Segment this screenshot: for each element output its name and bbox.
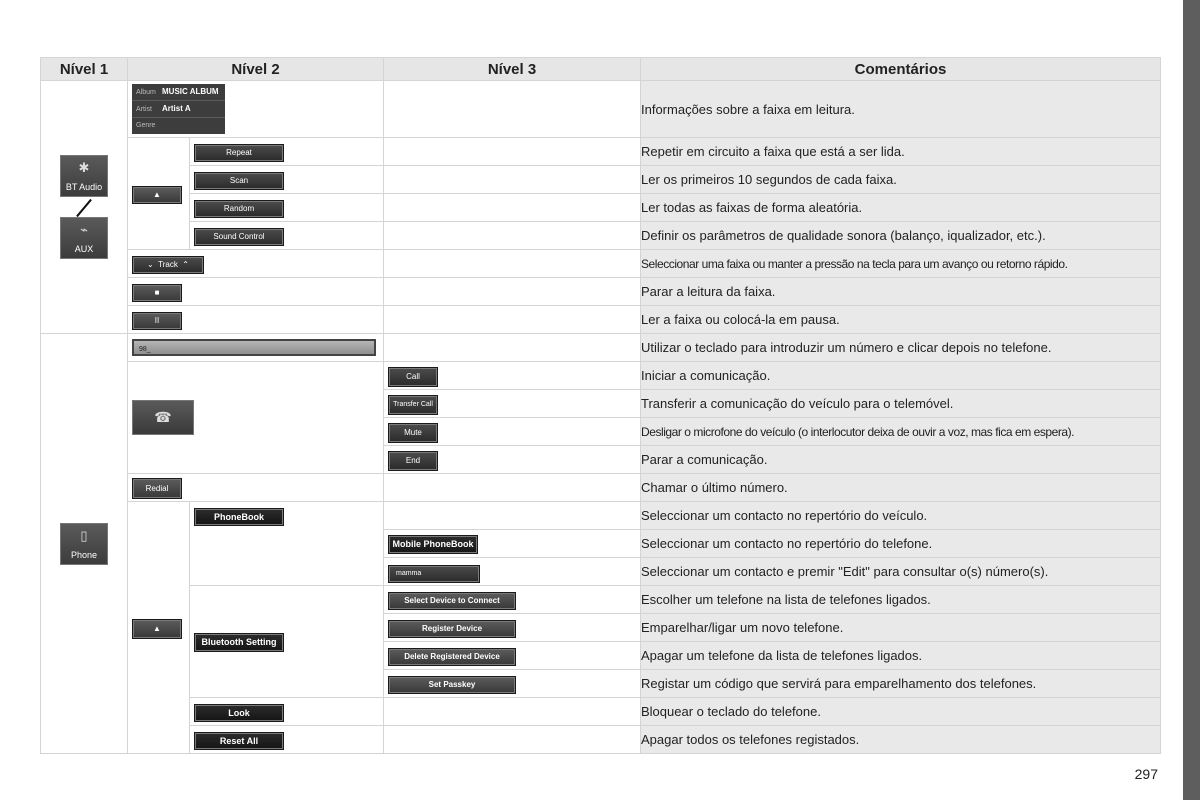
phone-handset-icon: ☎ [154,409,172,425]
header-level-1: Nível 1 [40,57,128,81]
comment: Utilizar o teclado para introduzir um nú… [640,333,1161,362]
random-button[interactable]: Random [195,201,283,217]
table-row: ✱ BT Audio ⌁ AUX Album MUSIC ALBUM Artist… [40,80,1161,334]
pause-icon: II [154,316,160,325]
header-comments: Comentários [640,57,1161,81]
contact-item[interactable]: mamma [389,565,479,582]
comment: Transferir a comunicação do veículo para… [640,389,1161,418]
table-row: Reset All Apagar todos os telefones regi… [41,725,1161,754]
table-row: ▯ Phone 98_ Utilizar o teclado para intr… [40,333,1161,754]
album-value: MUSIC ALBUM [162,87,219,96]
pause-button[interactable]: II [133,313,181,329]
sound-control-button[interactable]: Sound Control [195,229,283,245]
menu-table: Nível 1 Nível 2 Nível 3 Comentários ✱ BT… [40,57,1161,754]
set-passkey-button[interactable]: Set Passkey [389,677,515,693]
header-level-2: Nível 2 [127,57,384,81]
call-button[interactable]: Call [389,367,437,386]
phone-menu-up-button[interactable]: ▲ [133,619,181,638]
track-control[interactable]: ⌄ Track ⌃ [133,257,203,273]
chapter-side-tab [1183,0,1200,800]
scan-button[interactable]: Scan [195,173,283,189]
table-row: Random Ler todas as faixas de forma alea… [41,193,1161,222]
reset-all-button[interactable]: Reset All [195,732,283,749]
artist-value: Artist A [162,104,191,113]
stop-icon: ■ [154,288,160,297]
comment: Apagar um telefone da lista de telefones… [640,641,1161,670]
track-info-panel: Album MUSIC ALBUM Artist Artist A Genre [132,84,225,134]
call-handset-button[interactable]: ☎ [132,400,194,435]
comment: Ler todas as faixas de forma aleatória. [640,193,1161,222]
table-row: II Ler a faixa ou colocá-la em pausa. [41,305,1161,334]
repeat-button[interactable]: Repeat [195,145,283,161]
comment: Iniciar a comunicação. [640,361,1161,390]
comment: Repetir em circuito a faixa que está a s… [640,137,1161,166]
select-device-button[interactable]: Select Device to Connect [389,593,515,609]
comment: Ler a faixa ou colocá-la em pausa. [640,305,1161,334]
mute-button[interactable]: Mute [389,423,437,442]
end-call-button[interactable]: End [389,451,437,470]
phone-source-button[interactable]: ▯ Phone [60,522,108,565]
audio-menu-up-button[interactable]: ▲ [133,187,181,203]
redial-button[interactable]: Redial [133,478,181,498]
table-row: Redial Chamar o último número. [41,473,1161,502]
comment: Seleccionar um contacto e premir "Edit" … [640,557,1161,586]
comment: Parar a comunicação. [640,445,1161,474]
header-level-3: Nível 3 [383,57,641,81]
phonebook-button[interactable]: PhoneBook [195,509,283,525]
level1-audio-cell: ✱ BT Audio ⌁ AUX [40,80,128,334]
separator-slash [41,197,127,218]
bluetooth-setting-button[interactable]: Bluetooth Setting [195,634,283,651]
comment: Bloquear o teclado do telefone. [640,697,1161,726]
aux-source-button[interactable]: ⌁ AUX [60,217,108,259]
comment: Seleccionar uma faixa ou manter a pressã… [640,249,1161,278]
table-row: ⌄ Track ⌃ Seleccionar uma faixa ou mante… [41,249,1161,278]
table-row: ▲ Repeat Repetir em circuito a faixa que… [41,137,1161,250]
mobile-phonebook-button[interactable]: Mobile PhoneBook [389,536,477,553]
comment: Seleccionar um contacto no repertório do… [640,501,1161,530]
comment: Informações sobre a faixa em leitura. [640,80,1161,138]
page-number: 297 [1134,766,1158,782]
bt-audio-source-button[interactable]: ✱ BT Audio [60,155,108,197]
register-device-button[interactable]: Register Device [389,621,515,637]
comment: Ler os primeiros 10 segundos de cada fai… [640,165,1161,194]
level1-phone-cell: ▯ Phone [40,333,128,754]
chevron-down-icon[interactable]: ⌄ [147,260,154,269]
table-row: Look Bloquear o teclado do telefone. [41,697,1161,726]
level2-cell: Album MUSIC ALBUM Artist Artist A Genre [127,80,384,138]
comment: Desligar o microfone do veículo (o inter… [640,417,1161,446]
comment: Seleccionar um contacto no repertório do… [640,529,1161,558]
aux-cable-icon: ⌁ [80,222,88,237]
comment: Escolher um telefone na lista de telefon… [640,585,1161,614]
table-row: ■ Parar a leitura da faixa. [41,277,1161,306]
bluetooth-icon: ✱ [78,160,90,175]
mobile-phone-icon: ▯ [80,527,88,543]
stop-button[interactable]: ■ [133,285,181,301]
table-header-row: Nível 1 Nível 2 Nível 3 Comentários [40,57,1161,81]
comment: Parar a leitura da faixa. [640,277,1161,306]
table-row: ▲ PhoneBook Seleccionar um contacto no r… [41,501,1161,754]
delete-device-button[interactable]: Delete Registered Device [389,649,515,665]
table-row: Sound Control Definir os parâmetros de q… [41,221,1161,250]
comment: Registar um código que servirá para empa… [640,669,1161,698]
table-row: ☎ Call Iniciar a comunicação. [41,361,1161,474]
transfer-call-button[interactable]: Transfer Call [389,396,437,414]
lock-button[interactable]: Look [195,704,283,721]
comment: Definir os parâmetros de qualidade sonor… [640,221,1161,250]
chevron-up-icon[interactable]: ⌃ [182,260,189,269]
comment: Apagar todos os telefones registados. [640,725,1161,754]
phone-number-input[interactable]: 98_ [132,339,376,356]
comment: Emparelhar/ligar um novo telefone. [640,613,1161,642]
comment: Chamar o último número. [640,473,1161,502]
table-row: Scan Ler os primeiros 10 segundos de cad… [41,165,1161,194]
table-row: Bluetooth Setting Select Device to Conne… [41,585,1161,698]
